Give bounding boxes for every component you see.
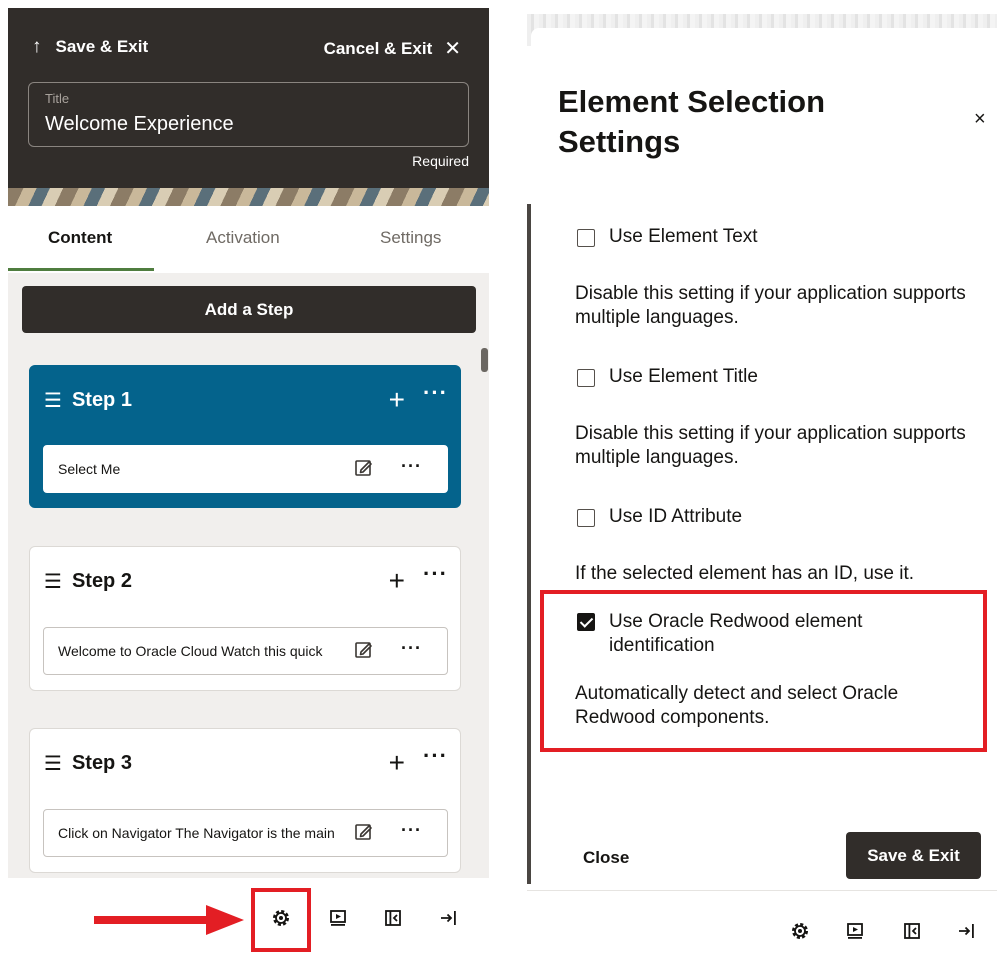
more-options-icon[interactable]: ···	[423, 561, 448, 587]
arrow-up-icon: ↑	[32, 36, 42, 57]
tab-bar: Content Activation Settings	[8, 206, 489, 273]
option-label: Use Oracle Redwood element identificatio…	[609, 611, 863, 656]
step-title-row: ☰ Step 2	[44, 569, 132, 594]
item-more-options-icon[interactable]: ···	[401, 456, 422, 477]
editor-footer-toolbar	[8, 878, 489, 958]
add-step-button[interactable]: Add a Step	[22, 286, 476, 333]
gear-icon[interactable]	[790, 921, 810, 941]
preview-icon[interactable]	[845, 921, 865, 941]
step-card-1[interactable]: ☰ Step 1 + ··· Select Me ···	[29, 365, 461, 508]
item-more-options-icon[interactable]: ···	[401, 638, 422, 659]
required-label: Required	[412, 153, 469, 169]
title-field-value[interactable]: Welcome Experience	[45, 113, 234, 136]
step-item-text: Welcome to Oracle Cloud Watch this quick	[58, 643, 323, 659]
element-selection-settings-panel: Element Selection Settings × Use Element…	[527, 14, 997, 958]
step-title-row: ☰ Step 1	[44, 388, 132, 413]
close-button[interactable]: Close	[583, 848, 629, 868]
option-description: If the selected element has an ID, use i…	[575, 563, 915, 584]
step-card-3[interactable]: ☰ Step 3 + ··· Click on Navigator The Na…	[29, 728, 461, 873]
dialog-title: Element Selection Settings	[558, 84, 826, 159]
save-exit-label: Save & Exit	[55, 37, 149, 56]
red-arrow-annotation-icon	[94, 905, 244, 935]
active-tab-indicator	[8, 268, 154, 271]
option-use-element-text[interactable]: Use Element Text	[577, 226, 758, 248]
step-title: Step 3	[71, 752, 132, 774]
save-exit-button[interactable]: ↑ Save & Exit	[32, 36, 148, 58]
step-item-text: Select Me	[58, 461, 121, 477]
cancel-exit-button[interactable]: Cancel & Exit ✕	[324, 36, 461, 61]
checkbox[interactable]	[577, 509, 595, 527]
tab-settings[interactable]: Settings	[380, 228, 441, 248]
step-title: Step 1	[71, 389, 132, 411]
exit-icon[interactable]	[957, 921, 977, 941]
preview-icon[interactable]	[328, 908, 348, 928]
header-decorative-pattern	[8, 188, 489, 206]
option-label: Use ID Attribute	[609, 506, 743, 527]
editor-footer-toolbar	[527, 890, 997, 958]
save-exit-button[interactable]: Save & Exit	[846, 832, 981, 879]
option-description: Disable this setting if your application…	[575, 423, 966, 468]
edit-icon[interactable]	[353, 639, 375, 661]
title-field-label: Title	[45, 91, 70, 106]
title-field[interactable]: Title Welcome Experience	[28, 82, 469, 147]
option-use-id-attribute[interactable]: Use ID Attribute	[577, 506, 742, 528]
guide-editor-panel: ↑ Save & Exit Cancel & Exit ✕ Title Welc…	[8, 8, 489, 958]
more-options-icon[interactable]: ···	[423, 743, 448, 769]
tab-activation[interactable]: Activation	[206, 228, 280, 248]
item-more-options-icon[interactable]: ···	[401, 820, 422, 841]
dialog-close-icon[interactable]: ×	[974, 108, 986, 131]
drag-handle-icon[interactable]: ☰	[44, 388, 62, 413]
option-label: Use Element Text	[609, 226, 758, 247]
gear-icon[interactable]	[271, 908, 291, 928]
step-title-row: ☰ Step 3	[44, 751, 132, 776]
more-options-icon[interactable]: ···	[423, 380, 448, 406]
cancel-exit-label: Cancel & Exit	[323, 38, 433, 58]
checkbox[interactable]	[577, 229, 595, 247]
collapse-panel-icon[interactable]	[902, 921, 922, 941]
option-description: Disable this setting if your application…	[575, 283, 966, 328]
tab-content[interactable]: Content	[48, 228, 112, 248]
step-item[interactable]: Click on Navigator The Navigator is the …	[43, 809, 448, 857]
add-item-icon[interactable]: +	[389, 747, 405, 779]
add-item-icon[interactable]: +	[389, 565, 405, 597]
option-use-element-title[interactable]: Use Element Title	[577, 366, 758, 388]
steps-content-area: Add a Step ☰ Step 1 + ··· Select Me ··· …	[8, 273, 489, 878]
step-item[interactable]: Select Me ···	[43, 445, 448, 493]
option-label: Use Element Title	[609, 366, 758, 387]
step-title: Step 2	[71, 570, 132, 592]
step-item[interactable]: Welcome to Oracle Cloud Watch this quick…	[43, 627, 448, 675]
step-item-text: Click on Navigator The Navigator is the …	[58, 825, 335, 841]
checkbox[interactable]	[577, 369, 595, 387]
step-card-2[interactable]: ☰ Step 2 + ··· Welcome to Oracle Cloud W…	[29, 546, 461, 691]
collapse-panel-icon[interactable]	[383, 908, 403, 928]
scrollbar-thumb[interactable]	[481, 348, 488, 372]
edit-icon[interactable]	[353, 457, 375, 479]
checkbox-checked[interactable]	[577, 613, 595, 631]
edit-icon[interactable]	[353, 821, 375, 843]
exit-icon[interactable]	[439, 908, 459, 928]
drag-handle-icon[interactable]: ☰	[44, 569, 62, 594]
editor-header: ↑ Save & Exit Cancel & Exit ✕ Title Welc…	[8, 8, 489, 206]
close-icon: ✕	[444, 38, 461, 60]
drag-handle-icon[interactable]: ☰	[44, 751, 62, 776]
option-use-oracle-redwood[interactable]: Use Oracle Redwood element identificatio…	[577, 610, 907, 658]
option-description: Automatically detect and select Oracle R…	[575, 683, 899, 728]
settings-dialog: Element Selection Settings × Use Element…	[531, 28, 997, 890]
add-item-icon[interactable]: +	[389, 384, 405, 416]
